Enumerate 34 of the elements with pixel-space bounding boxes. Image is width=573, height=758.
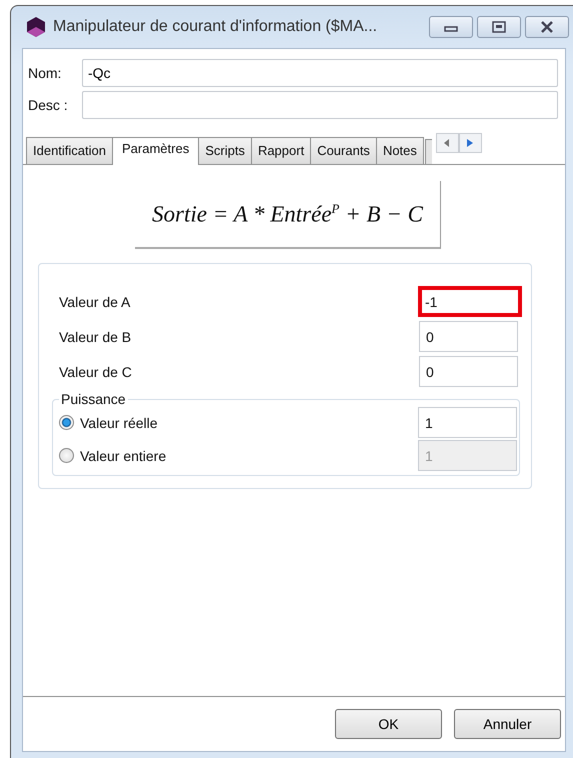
field-label: Valeur de B	[59, 328, 132, 344]
radio-button[interactable]: Valeur réelle	[59, 414, 158, 430]
tab[interactable]: Scripts	[198, 137, 252, 164]
dialog-button[interactable]: Annuler	[454, 709, 561, 739]
close-button[interactable]	[525, 16, 569, 38]
input-field[interactable]: -1	[418, 286, 522, 317]
tab[interactable]: Paramètres	[112, 137, 200, 165]
field-label: Valeur de C	[59, 364, 132, 380]
field-label: Valeur de A	[59, 294, 130, 310]
tab[interactable]: Notes	[376, 137, 424, 164]
close-icon	[540, 21, 554, 33]
input-field[interactable]: 1	[418, 407, 517, 438]
field-label: Nom:	[28, 65, 62, 81]
cube-icon	[25, 16, 47, 38]
maximize-button[interactable]	[477, 16, 521, 38]
tab[interactable]: Identification	[26, 137, 113, 164]
tab[interactable]	[424, 139, 432, 164]
group-title: Puissance	[60, 391, 127, 407]
left-arrow-icon	[444, 139, 450, 147]
input-field[interactable]: -Qc	[82, 59, 558, 87]
window-title: Manipulateur de courant d'information ($MA...	[53, 18, 378, 36]
right-arrow-icon	[467, 139, 474, 147]
input-field[interactable]	[82, 91, 558, 119]
maximize-icon	[492, 21, 506, 33]
dialog-button[interactable]: OK	[335, 709, 442, 739]
tab[interactable]: Courants	[310, 137, 377, 164]
field-label: Desc :	[28, 97, 69, 113]
tab[interactable]: Rapport	[250, 137, 312, 164]
minimize-button[interactable]	[429, 16, 473, 38]
scroll-right-button[interactable]	[458, 133, 482, 153]
scroll-left-button[interactable]	[436, 133, 459, 153]
input-field[interactable]: 0	[419, 356, 518, 387]
input-field[interactable]: 0	[419, 321, 518, 352]
formula: Sortie = A * Entrée$^{P}$ + B − C	[135, 181, 441, 249]
